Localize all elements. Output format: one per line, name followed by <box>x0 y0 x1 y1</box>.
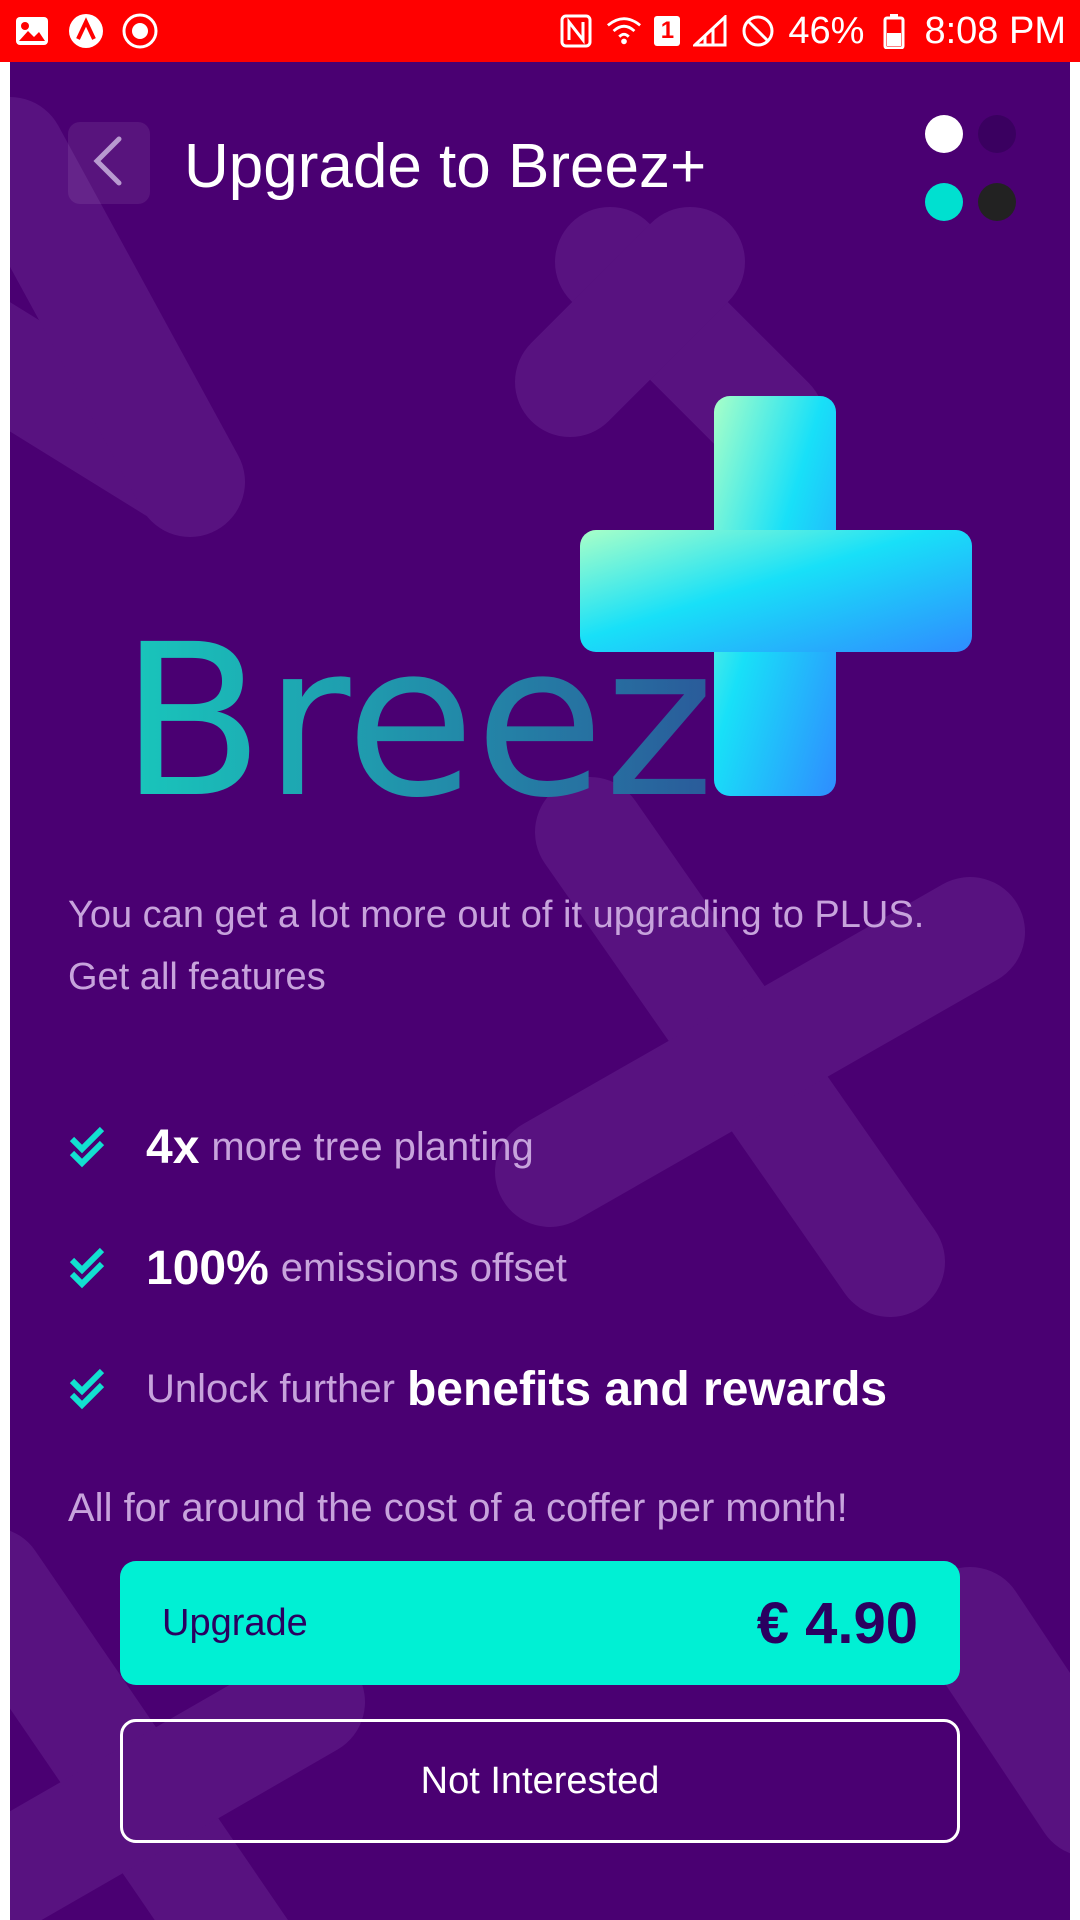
nfc-icon <box>558 13 594 49</box>
upgrade-label: Upgrade <box>162 1601 308 1644</box>
dot-4 <box>978 183 1016 221</box>
battery-icon <box>876 13 912 49</box>
closing-text: All for around the cost of a coffer per … <box>68 1486 848 1530</box>
feature-item-emissions: 100% emissions offset <box>68 1233 579 1303</box>
badge-icon <box>122 13 158 49</box>
chevron-left-icon <box>89 135 129 192</box>
dot-3 <box>925 183 963 221</box>
signal-icon <box>692 13 728 49</box>
page-title: Upgrade to Breez+ <box>184 132 707 201</box>
status-bar-right: 1 46% 8:08 PM <box>558 10 1066 53</box>
battery-percent: 46% <box>788 9 865 52</box>
double-check-icon <box>68 1367 112 1411</box>
wifi-icon <box>606 13 642 49</box>
no-disturb-icon <box>740 13 776 49</box>
upgrade-screen: Upgrade to Breez+ Breez You can get a lo… <box>10 62 1070 1920</box>
feature-value: benefits and rewards <box>406 1362 888 1416</box>
double-check-icon <box>68 1125 112 1169</box>
feature-item-trees: 4x more tree planting <box>68 1112 546 1182</box>
breez-plus-logo: Breez <box>120 330 980 844</box>
not-interested-button[interactable]: Not Interested <box>120 1719 960 1843</box>
feature-label: more tree planting <box>211 1124 534 1169</box>
dot-1 <box>925 115 963 153</box>
breez-wordmark: Breez <box>120 599 714 810</box>
feature-value: 4x <box>146 1120 200 1174</box>
dot-2 <box>978 115 1016 153</box>
double-check-icon <box>68 1246 112 1290</box>
app-a-icon <box>68 13 104 49</box>
clock: 8:08 PM <box>924 9 1066 52</box>
status-bar-left <box>14 13 158 49</box>
upgrade-button[interactable]: Upgrade € 4.90 <box>120 1561 960 1685</box>
intro-text: You can get a lot more out of it upgradi… <box>68 894 925 998</box>
feature-label: Unlock further <box>146 1366 395 1411</box>
image-icon <box>14 13 50 49</box>
sim-1-icon: 1 <box>654 16 681 46</box>
feature-label: emissions offset <box>280 1245 567 1290</box>
upgrade-price: € 4.90 <box>756 1590 918 1656</box>
feature-value: 100% <box>146 1241 269 1295</box>
back-button[interactable] <box>68 122 150 204</box>
feature-item-benefits: Unlock further benefits and rewards <box>68 1354 899 1424</box>
page-dots <box>922 112 1022 232</box>
status-bar: 1 46% 8:08 PM <box>0 0 1080 62</box>
